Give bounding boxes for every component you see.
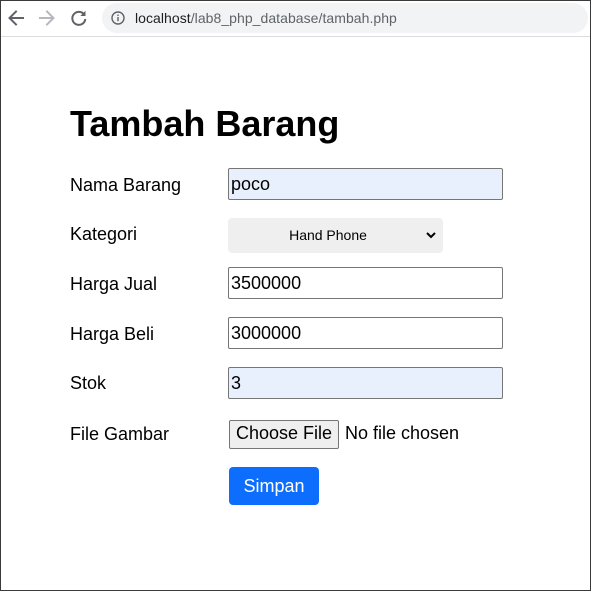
- file-gambar-label: File Gambar: [70, 424, 170, 444]
- harga-jual-label: Harga Jual: [70, 274, 158, 294]
- forward-button[interactable]: [35, 6, 59, 30]
- nama-barang-label: Nama Barang: [70, 175, 182, 195]
- harga-jual-input[interactable]: 3500000: [228, 267, 503, 299]
- file-status-text: No file chosen: [345, 423, 460, 443]
- chevron-down-icon: [426, 232, 436, 239]
- url-text: localhost/lab8_php_database/tambah.php: [135, 10, 397, 26]
- url-host: localhost: [135, 10, 191, 26]
- stok-input[interactable]: 3: [228, 367, 503, 399]
- stok-label: Stok: [70, 373, 107, 393]
- harga-beli-label: Harga Beli: [70, 324, 155, 344]
- reload-icon: [71, 10, 87, 26]
- kategori-label: Kategori: [70, 224, 138, 244]
- address-bar[interactable]: localhost/lab8_php_database/tambah.php: [102, 3, 588, 33]
- page-title: Tambah Barang: [70, 103, 340, 144]
- kategori-select[interactable]: Hand Phone: [228, 218, 443, 253]
- forward-arrow-icon: [39, 10, 55, 26]
- back-arrow-icon: [8, 10, 24, 26]
- back-button[interactable]: [4, 6, 28, 30]
- browser-window: localhost/lab8_php_database/tambah.php T…: [0, 0, 591, 591]
- harga-beli-input[interactable]: 3000000: [228, 317, 503, 349]
- nama-barang-input[interactable]: poco: [228, 168, 503, 200]
- kategori-selected-value: Hand Phone: [289, 227, 367, 243]
- reload-button[interactable]: [67, 6, 91, 30]
- url-path: /lab8_php_database/tambah.php: [190, 10, 397, 26]
- simpan-button[interactable]: Simpan: [229, 467, 319, 505]
- page-content: Tambah Barang Nama Barang poco Kategori …: [1, 37, 590, 590]
- choose-file-button[interactable]: Choose File: [229, 420, 340, 449]
- browser-toolbar: localhost/lab8_php_database/tambah.php: [1, 1, 590, 37]
- info-icon[interactable]: [111, 11, 125, 25]
